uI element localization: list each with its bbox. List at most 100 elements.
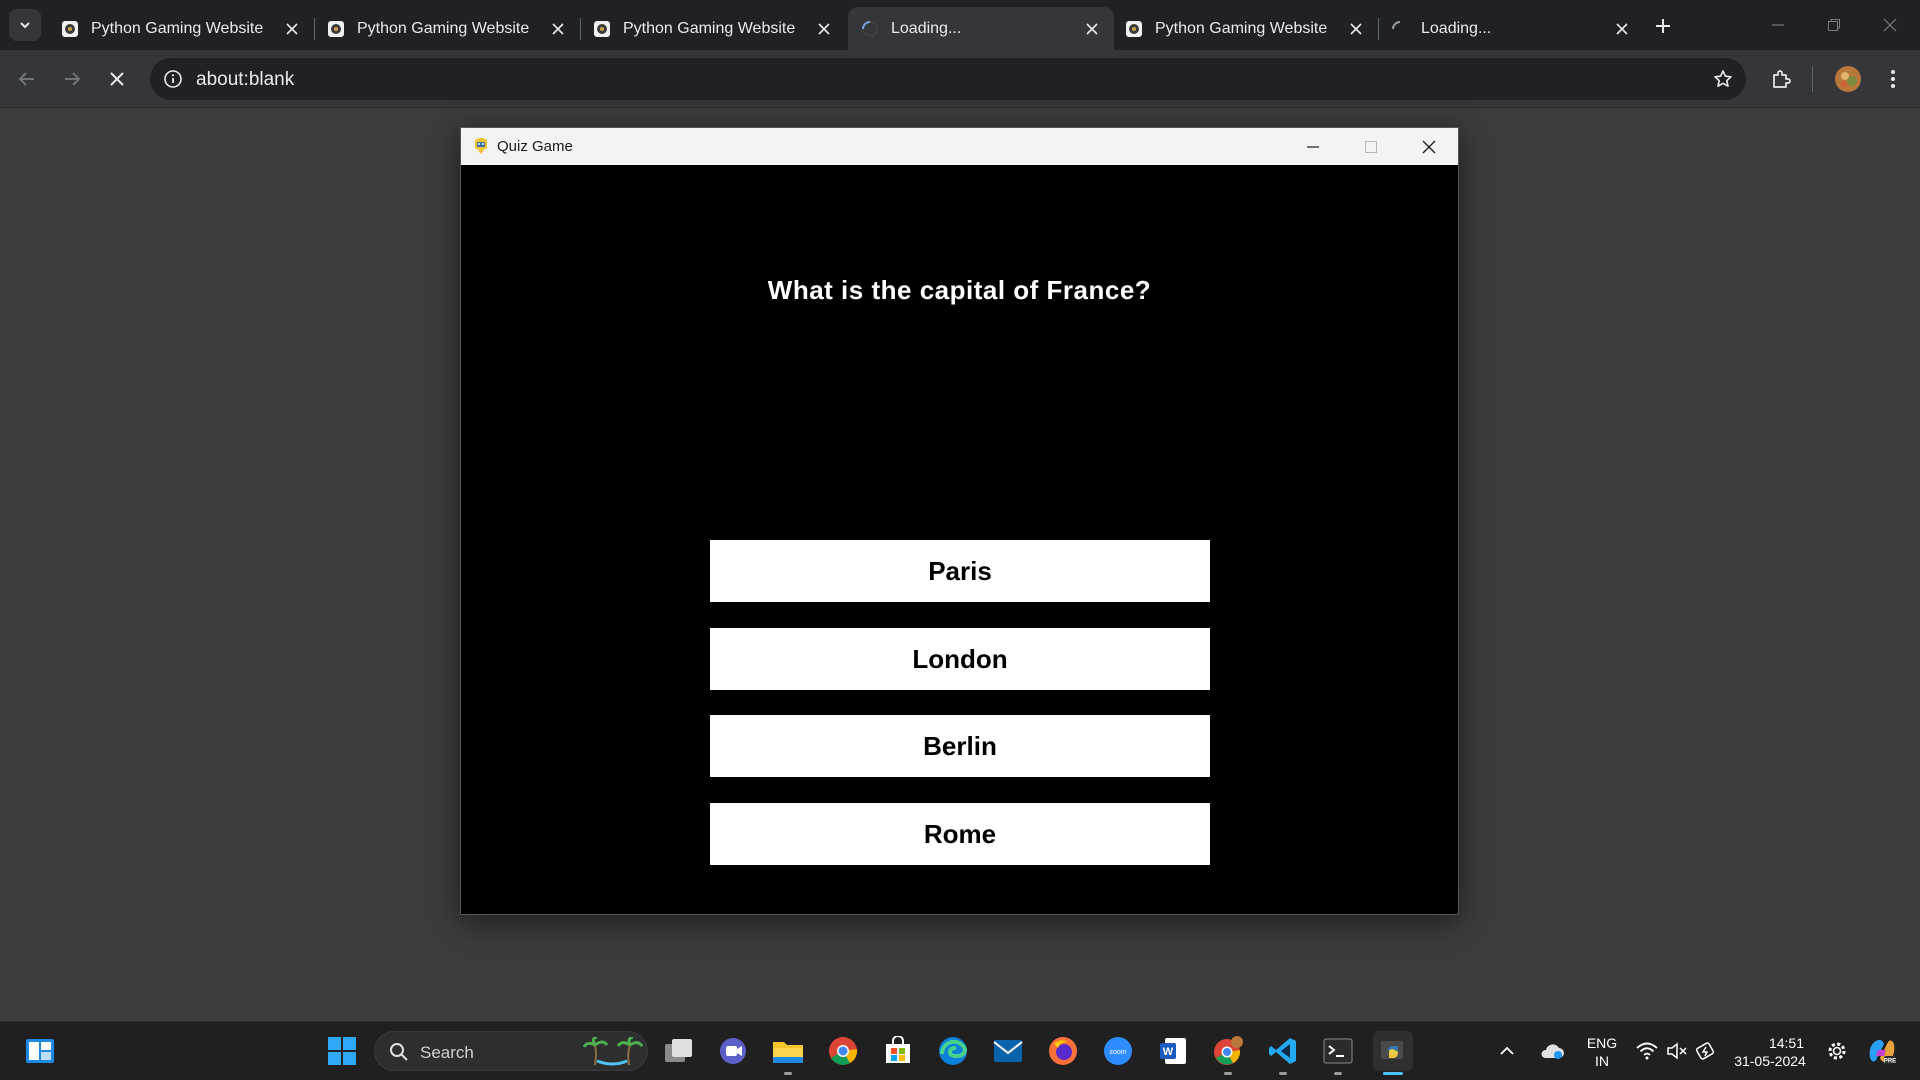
tab-title: Loading... bbox=[891, 19, 962, 37]
running-indicator bbox=[784, 1072, 792, 1075]
answer-button-berlin[interactable]: Berlin bbox=[710, 715, 1210, 777]
battery-tray-button[interactable] bbox=[1692, 1031, 1722, 1071]
running-indicator bbox=[1224, 1072, 1232, 1075]
vscode-icon bbox=[1269, 1038, 1296, 1064]
browser-tab[interactable]: Python Gaming Website bbox=[580, 7, 846, 50]
browser-tab[interactable]: Python Gaming Website bbox=[314, 7, 581, 50]
browser-tab-active[interactable]: Loading... bbox=[848, 7, 1114, 50]
close-icon[interactable] bbox=[280, 17, 304, 41]
vscode-button[interactable] bbox=[1263, 1031, 1303, 1075]
browser-tab[interactable]: Python Gaming Website bbox=[1112, 7, 1379, 50]
word-icon: W bbox=[1160, 1038, 1186, 1064]
chrome-profile-button[interactable] bbox=[1208, 1031, 1248, 1075]
forward-button[interactable] bbox=[55, 62, 89, 96]
folder-icon bbox=[773, 1042, 803, 1063]
address-bar[interactable]: about:blank bbox=[150, 58, 1746, 100]
chevron-up-icon bbox=[1500, 1046, 1514, 1055]
terminal-button[interactable] bbox=[1318, 1031, 1358, 1075]
pygame-favicon-icon bbox=[1124, 19, 1144, 39]
browser-menu-button[interactable] bbox=[1877, 63, 1909, 95]
windows-logo-icon bbox=[328, 1037, 356, 1065]
browser-tab[interactable]: Loading... bbox=[1378, 7, 1644, 50]
mail-icon bbox=[993, 1040, 1023, 1062]
back-button[interactable] bbox=[10, 62, 44, 96]
info-icon[interactable] bbox=[160, 66, 186, 92]
close-icon[interactable] bbox=[1080, 17, 1104, 41]
chevron-down-icon bbox=[20, 22, 30, 29]
onedrive-tray-button[interactable] bbox=[1534, 1031, 1570, 1071]
task-view-button[interactable] bbox=[659, 1031, 699, 1071]
search-icon bbox=[390, 1043, 408, 1061]
avatar-icon bbox=[1835, 66, 1861, 92]
bookmark-star-icon[interactable] bbox=[1710, 66, 1736, 92]
firefox-button[interactable] bbox=[1043, 1031, 1083, 1071]
browser-restore-button[interactable] bbox=[1806, 0, 1862, 50]
tab-title: Python Gaming Website bbox=[357, 19, 530, 37]
copilot-icon: PRE bbox=[1869, 1039, 1896, 1065]
tab-title: Python Gaming Website bbox=[91, 19, 264, 37]
close-icon bbox=[1883, 18, 1897, 32]
edge-icon bbox=[939, 1037, 968, 1065]
pygame-favicon-icon bbox=[326, 19, 346, 39]
taskbar-search[interactable]: Search bbox=[374, 1031, 648, 1071]
browser-tab[interactable]: Python Gaming Website bbox=[48, 7, 315, 50]
answer-button-rome[interactable]: Rome bbox=[710, 803, 1210, 865]
answer-button-london[interactable]: London bbox=[710, 628, 1210, 690]
new-tab-button[interactable] bbox=[1648, 11, 1678, 41]
notification-settings-button[interactable] bbox=[1822, 1031, 1852, 1071]
copilot-button[interactable]: PRE bbox=[1862, 1031, 1902, 1071]
stop-loading-button[interactable] bbox=[100, 62, 134, 96]
extensions-button[interactable] bbox=[1765, 63, 1797, 95]
language-code: ENG bbox=[1586, 1035, 1618, 1051]
quiz-close-button[interactable] bbox=[1400, 128, 1458, 165]
browser-close-button[interactable] bbox=[1862, 0, 1918, 50]
windows-taskbar: Search zoom W ENG IN 14:51 31-05-2024 PR… bbox=[0, 1021, 1920, 1080]
tab-title: Loading... bbox=[1421, 19, 1492, 37]
quiz-minimize-button[interactable] bbox=[1284, 128, 1342, 165]
python-app-icon bbox=[475, 138, 487, 154]
search-placeholder: Search bbox=[420, 1043, 474, 1062]
microsoft-store-button[interactable] bbox=[878, 1031, 918, 1071]
python-app-button[interactable] bbox=[1373, 1031, 1413, 1075]
clock-date: 31-05-2024 bbox=[1734, 1053, 1806, 1069]
clock[interactable]: 14:51 31-05-2024 bbox=[1728, 1034, 1812, 1070]
loading-spinner-icon bbox=[860, 19, 880, 39]
svg-text:PRE: PRE bbox=[1884, 1059, 1896, 1065]
pygame-favicon-icon bbox=[60, 19, 80, 39]
quiz-maximize-button[interactable] bbox=[1342, 128, 1400, 165]
word-button[interactable]: W bbox=[1153, 1031, 1193, 1071]
zoom-button[interactable]: zoom bbox=[1098, 1031, 1138, 1071]
chrome-button[interactable] bbox=[823, 1031, 863, 1071]
tab-title: Python Gaming Website bbox=[1155, 19, 1328, 37]
more-vertical-icon bbox=[1891, 70, 1895, 88]
browser-minimize-button[interactable] bbox=[1750, 0, 1806, 50]
answer-button-paris[interactable]: Paris bbox=[710, 540, 1210, 602]
chrome-icon bbox=[1214, 1036, 1243, 1065]
edge-button[interactable] bbox=[933, 1031, 973, 1071]
show-hidden-icons-button[interactable] bbox=[1492, 1031, 1522, 1071]
plus-icon bbox=[1656, 19, 1670, 33]
close-icon bbox=[110, 72, 124, 86]
close-icon[interactable] bbox=[1344, 17, 1368, 41]
start-button[interactable] bbox=[322, 1031, 362, 1071]
file-explorer-button[interactable] bbox=[768, 1031, 808, 1075]
quiz-window-titlebar[interactable]: Quiz Game bbox=[461, 128, 1458, 165]
teams-chat-button[interactable] bbox=[713, 1031, 753, 1071]
mail-button[interactable] bbox=[988, 1031, 1028, 1071]
svg-text:zoom: zoom bbox=[1109, 1049, 1126, 1056]
quiz-question: What is the capital of France? bbox=[767, 275, 1152, 305]
tab-search-button[interactable] bbox=[9, 9, 41, 41]
minimize-icon bbox=[1772, 24, 1784, 26]
profile-avatar[interactable] bbox=[1832, 63, 1864, 95]
widgets-button[interactable] bbox=[20, 1031, 60, 1071]
close-icon[interactable] bbox=[546, 17, 570, 41]
wifi-tray-button[interactable] bbox=[1632, 1031, 1662, 1071]
close-icon[interactable] bbox=[1610, 17, 1634, 41]
volume-tray-button[interactable] bbox=[1662, 1031, 1692, 1071]
volume-muted-icon bbox=[1667, 1042, 1687, 1060]
python-icon bbox=[1381, 1041, 1403, 1059]
language-indicator[interactable]: ENG IN bbox=[1582, 1034, 1622, 1070]
puzzle-icon bbox=[1773, 70, 1791, 88]
wifi-icon bbox=[1636, 1042, 1658, 1060]
close-icon[interactable] bbox=[812, 17, 836, 41]
